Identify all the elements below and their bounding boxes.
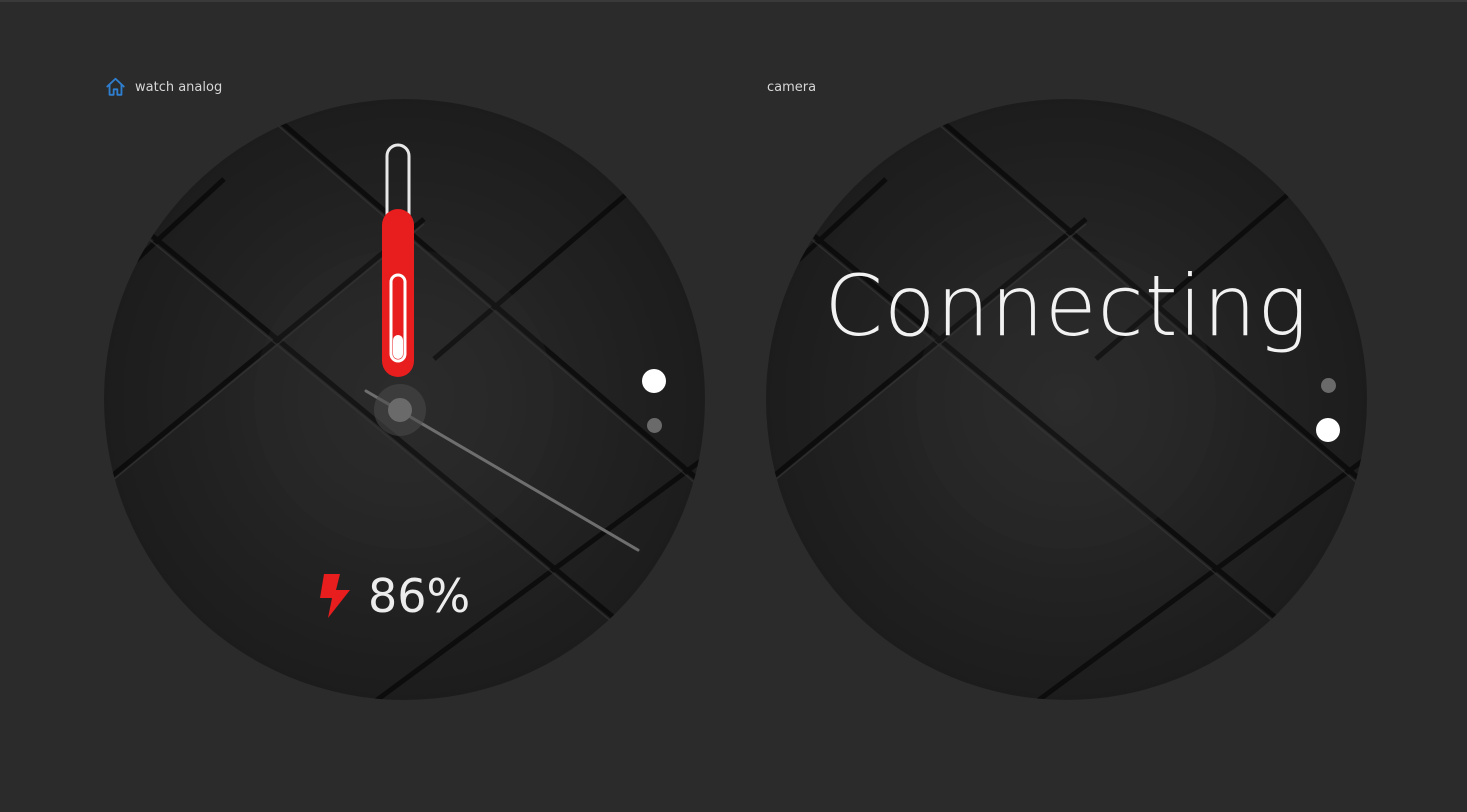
page-indicator-dot[interactable]	[647, 418, 662, 433]
panel-title-camera: camera	[767, 75, 816, 99]
page-indicator-dot-active[interactable]	[642, 369, 666, 393]
panel-title-label: camera	[767, 79, 817, 95]
watch-face-analog[interactable]: 86%	[104, 99, 705, 700]
center-pin	[388, 398, 412, 422]
home-icon[interactable]	[104, 76, 127, 98]
connection-status-text: Connecting	[824, 257, 1309, 355]
panel-title-label: watch analog	[135, 79, 223, 95]
battery-percentage: 86%	[368, 569, 471, 623]
page-indicator-dot-active[interactable]	[1316, 418, 1340, 442]
watch-background-pattern	[766, 99, 1367, 700]
lightning-bolt-icon	[316, 572, 352, 620]
battery-indicator: 86%	[316, 569, 470, 623]
watch-face-camera[interactable]: Connecting	[766, 99, 1367, 700]
app-canvas: watch analog camera 86% Connecting	[0, 0, 1467, 812]
page-indicator-dot[interactable]	[1321, 378, 1336, 393]
panel-title-watch-analog: watch analog	[104, 75, 222, 99]
